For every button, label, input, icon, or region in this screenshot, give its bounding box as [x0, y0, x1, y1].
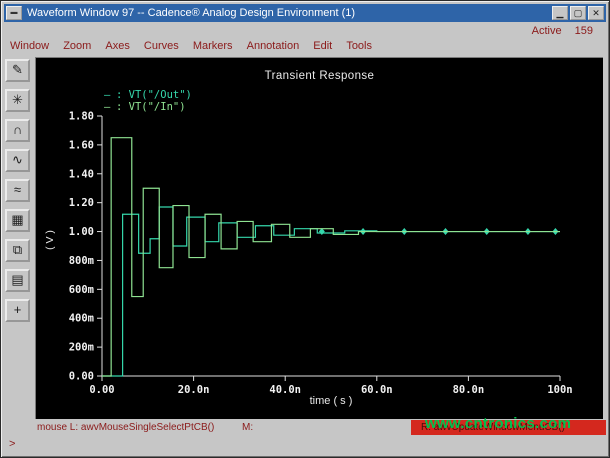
minimize-button[interactable]: ▁ [552, 6, 568, 20]
maximize-button[interactable]: ▢ [570, 6, 586, 20]
add-window-tool-icon[interactable]: + [5, 299, 30, 322]
menu-zoom[interactable]: Zoom [63, 40, 91, 52]
svg-text:1.00: 1.00 [69, 226, 94, 238]
svg-text:600m: 600m [69, 284, 94, 296]
menu-window[interactable]: Window [10, 40, 49, 52]
active-label: Active [532, 25, 562, 37]
overlay-wave-tool-icon[interactable]: ≈ [5, 179, 30, 202]
calculator-tool-icon[interactable]: ▦ [5, 209, 30, 232]
svg-text:1.60: 1.60 [69, 139, 94, 151]
menu-annotation[interactable]: Annotation [247, 40, 300, 52]
y-axis-label: ( V ) [44, 216, 56, 264]
watermark: www.cntronics.com [425, 415, 571, 432]
legend-entry-in[interactable]: —: VT("/In") [104, 101, 192, 113]
menu-axes[interactable]: Axes [105, 40, 129, 52]
plot-title: Transient Response [36, 70, 603, 82]
star-zoom-tool-icon[interactable]: ✳ [5, 89, 30, 112]
svg-text:0.00: 0.00 [69, 371, 94, 383]
prompt-character: > [9, 438, 15, 450]
plot-canvas[interactable]: 0.00 200m 400m 600m 800m 1.00 1.20 1.40 1.60 1.80… [35, 57, 603, 419]
svg-text:1.40: 1.40 [69, 168, 94, 180]
window-menu-icon[interactable]: ▬ [6, 6, 22, 20]
active-status: Active 159 [532, 25, 593, 37]
command-prompt-bar[interactable]: > [4, 436, 606, 452]
menu-tools[interactable]: Tools [346, 40, 372, 52]
legend-in-label: : VT("/In") [116, 101, 186, 113]
hook-pan-tool-icon[interactable]: ∩ [5, 119, 30, 142]
window-title: Waveform Window 97 -- Cadence® Analog De… [27, 7, 552, 19]
active-count: 159 [575, 25, 593, 37]
tool-column: ✎ ✳ ∩ ∿ ≈ ▦ ⧉ ▤ + [5, 59, 34, 329]
plot-legend: —: VT("/Out") —: VT("/In") [104, 89, 192, 113]
menu-edit[interactable]: Edit [313, 40, 332, 52]
waveform-window: ▬ Waveform Window 97 -- Cadence® Analog … [0, 0, 610, 458]
wave-axis-tool-icon[interactable]: ∿ [5, 149, 30, 172]
svg-text:400m: 400m [69, 313, 94, 325]
legend-entry-out[interactable]: —: VT("/Out") [104, 89, 192, 101]
subwindow-tool-icon[interactable]: ⧉ [5, 239, 30, 262]
data-table-tool-icon[interactable]: ▤ [5, 269, 30, 292]
in-trace-marker-icon: — [104, 101, 116, 113]
out-trace-marker-icon: — [104, 89, 116, 101]
titlebar: ▬ Waveform Window 97 -- Cadence® Analog … [4, 4, 606, 22]
svg-text:800m: 800m [69, 255, 94, 267]
svg-text:1.20: 1.20 [69, 197, 94, 209]
pen-tool-icon[interactable]: ✎ [5, 59, 30, 82]
menubar: Window Zoom Axes Curves Markers Annotati… [10, 40, 383, 55]
mouse-left-binding: mouse L: awvMouseSingleSelectPtCB() [37, 422, 214, 433]
mouse-middle-binding: M: [242, 422, 253, 433]
close-button[interactable]: ✕ [588, 6, 604, 20]
menu-curves[interactable]: Curves [144, 40, 179, 52]
menu-markers[interactable]: Markers [193, 40, 233, 52]
svg-text:1.80: 1.80 [69, 111, 94, 123]
x-axis-label: time ( s ) [102, 395, 560, 407]
legend-out-label: : VT("/Out") [116, 89, 192, 101]
svg-text:200m: 200m [69, 342, 94, 354]
